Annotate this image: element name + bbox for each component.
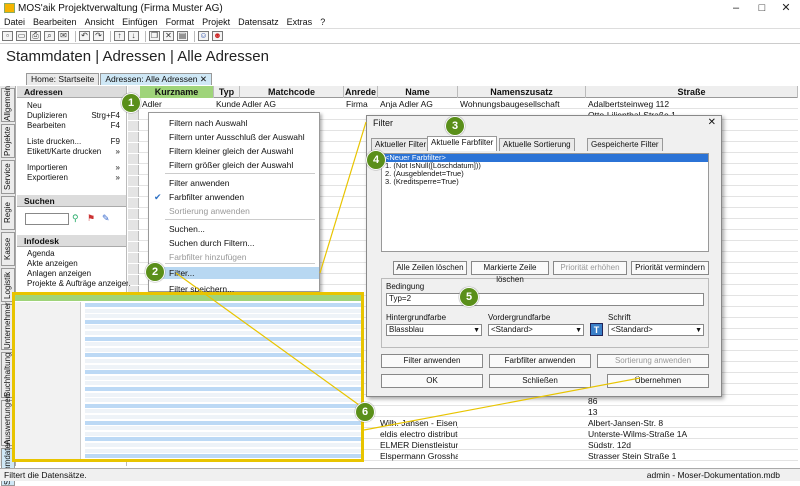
callout-badge-1: 1: [121, 93, 141, 113]
callout-badge-3: 3: [445, 116, 465, 136]
callout-badge-4: 4: [366, 150, 386, 170]
status-bar: Filtert die Datensätze. admin - Moser-Do…: [0, 468, 800, 481]
callout-lines: [175, 121, 641, 431]
callout-badge-5: 5: [459, 287, 479, 307]
status-db: admin - Moser-Dokumentation.mdb: [646, 470, 780, 480]
callout-badge-2: 2: [145, 262, 165, 282]
callout-badge-6: 6: [355, 402, 375, 422]
status-text: Filtert die Datensätze.: [4, 470, 87, 480]
